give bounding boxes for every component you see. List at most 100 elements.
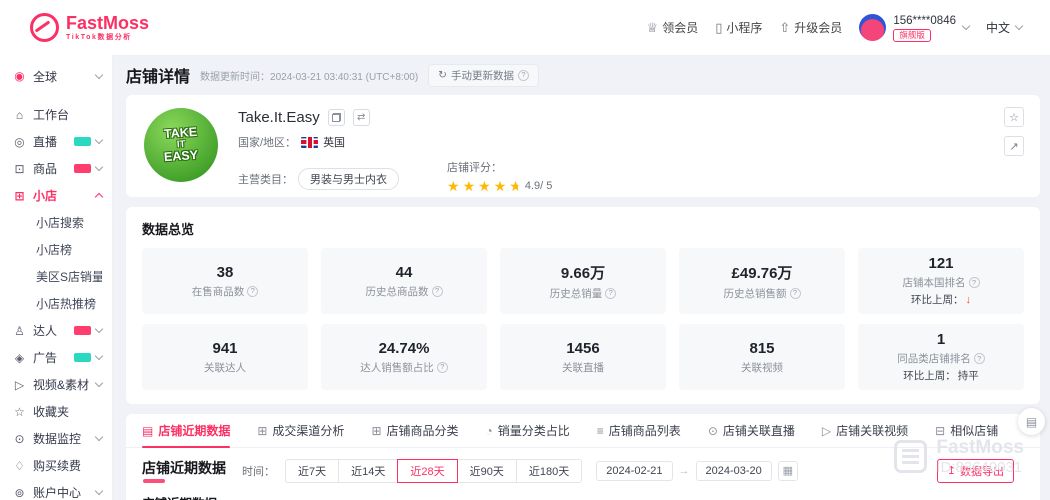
tab-related-videos[interactable]: ▷店铺关联视频	[822, 414, 908, 447]
help-icon[interactable]: ?	[974, 353, 985, 364]
metric-label: 历史总销量	[550, 286, 603, 301]
tab-similar-shops[interactable]: ⊟相似店铺	[935, 414, 998, 447]
tab-product-list[interactable]: ≡店铺商品列表	[597, 414, 681, 447]
start-date-input[interactable]: 2024-02-21	[596, 461, 672, 481]
range-14d[interactable]: 近14天	[338, 459, 398, 483]
sidebar-item-workbench[interactable]: ⌂ 工作台	[0, 101, 112, 128]
mini-program-link[interactable]: ▯ 小程序	[715, 19, 762, 36]
category-pill[interactable]: 男装与男士内衣	[298, 168, 399, 190]
sidebar-item-product[interactable]: ⊡ 商品	[0, 155, 112, 182]
grid-icon: ⊞	[371, 424, 381, 438]
metric-value: 24.74%	[379, 340, 430, 357]
manual-update-label: 手动更新数据	[451, 68, 514, 83]
metric-value: £49.76万	[732, 262, 793, 283]
uk-flag-icon	[301, 137, 318, 148]
sidebar-item-renew[interactable]: ♢ 购买续费	[0, 452, 112, 479]
compare-button[interactable]: ⇄	[353, 109, 370, 126]
help-icon[interactable]: ?	[969, 277, 980, 288]
tab-related-lives[interactable]: ⊙店铺关联直播	[708, 414, 795, 447]
end-date-input[interactable]: 2024-03-20	[696, 461, 772, 481]
sidebar-item-video-material[interactable]: ▷ 视频&素材	[0, 371, 112, 398]
account-menu[interactable]: 156****0846 旗舰版	[859, 14, 969, 42]
grid-icon: ⊞	[257, 424, 267, 438]
tab-product-category[interactable]: ⊞ 店铺商品分类	[371, 414, 458, 447]
user-phone: 156****0846	[893, 14, 956, 28]
new-badge	[74, 326, 91, 335]
sidebar-item-ads[interactable]: ◈ 广告	[0, 344, 112, 371]
tab-sales-category-share[interactable]: ◔销量分类占比	[486, 414, 570, 447]
globe-icon: ◉	[12, 69, 27, 83]
floating-doc-button[interactable]: ▤	[1018, 408, 1045, 435]
metric-label: 同品类店铺排名	[897, 351, 971, 366]
region-selector[interactable]: ◉ 全球	[0, 61, 112, 91]
upgrade-vip-link[interactable]: ⇧ 升级会员	[779, 19, 842, 36]
external-link-button[interactable]: ↗	[1004, 136, 1024, 156]
region-label: 全球	[33, 68, 96, 85]
sidebar-item-shop-hot-rank[interactable]: 小店热推榜	[0, 290, 112, 317]
sidebar-item-shop-search[interactable]: 小店搜索	[0, 209, 112, 236]
sidebar-item-data-monitor[interactable]: ⊙ 数据监控	[0, 425, 112, 452]
metric-label: 关联视频	[741, 360, 783, 375]
calendar-icon: ▦	[783, 464, 793, 477]
metric-label: 在售商品数	[192, 284, 245, 299]
sidebar-item-label: 视频&素材	[33, 376, 96, 393]
sidebar-item-label: 小店热推榜	[36, 295, 102, 312]
chevron-down-icon	[95, 487, 103, 495]
metric-value: 9.66万	[561, 262, 605, 283]
sidebar-item-creator[interactable]: ♙ 达人	[0, 317, 112, 344]
help-icon[interactable]: ?	[432, 286, 443, 297]
sidebar-item-label: 达人	[33, 322, 74, 339]
detail-tabs-card: ▤店铺近期数据 ⊞成交渠道分析 ⊞店铺商品分类 ◔销量分类占比 ≡店铺商品列表 …	[126, 414, 1040, 500]
category-label: 主营类目：	[238, 171, 293, 187]
favorite-button[interactable]: ☆	[1004, 107, 1024, 127]
top-header: FastMoss TikTok数据分析 ♕ 领会员 ▯ 小程序 ⇧ 升级会员 1…	[0, 0, 1050, 55]
tab-label: 相似店铺	[950, 422, 998, 439]
tab-label: 店铺商品分类	[387, 422, 459, 439]
range-28d[interactable]: 近28天	[397, 459, 457, 483]
metric-label: 关联直播	[562, 360, 604, 375]
range-90d[interactable]: 近90天	[457, 459, 517, 483]
sidebar-item-account-center[interactable]: ⊚ 账户中心	[0, 479, 112, 500]
language-selector[interactable]: 中文	[986, 19, 1022, 36]
brand-logo[interactable]: FastMoss TikTok数据分析	[30, 13, 149, 42]
tab-recent-data[interactable]: ▤店铺近期数据	[142, 414, 230, 447]
calendar-button[interactable]: ▦	[778, 461, 798, 481]
help-icon[interactable]: ?	[605, 288, 616, 299]
sidebar-item-favorites[interactable]: ☆ 收藏夹	[0, 398, 112, 425]
rating-stars: ★ ★ ★ ★ ★★ 4.9/ 5	[447, 179, 552, 193]
country-value: 英国	[323, 134, 345, 150]
sidebar-item-label: 美区S店销量榜	[36, 268, 102, 285]
range-7d[interactable]: 近7天	[285, 459, 339, 483]
tab-label: 店铺商品列表	[609, 422, 681, 439]
live-icon: ⊙	[708, 424, 718, 438]
ads-icon: ◈	[12, 351, 27, 365]
new-badge	[74, 353, 91, 362]
sidebar-item-shop-rank[interactable]: 小店榜	[0, 236, 112, 263]
help-icon[interactable]: ?	[247, 286, 258, 297]
sidebar-item-label: 小店	[33, 187, 96, 204]
sidebar-item-label: 数据监控	[33, 430, 96, 447]
sidebar-item-live[interactable]: ◎ 直播	[0, 128, 112, 155]
tab-label: 销量分类占比	[498, 422, 570, 439]
metric-box: 121 店铺本国排名? 环比上周：↓	[858, 248, 1024, 314]
manual-update-button[interactable]: ↻ 手动更新数据 ?	[428, 64, 539, 87]
help-icon[interactable]: ?	[518, 70, 529, 81]
sidebar-item-label: 直播	[33, 133, 74, 150]
tab-channel-analysis[interactable]: ⊞成交渠道分析	[257, 414, 344, 447]
sidebar-item-us-shop-sales-rank[interactable]: 美区S店销量榜	[0, 263, 112, 290]
metric-box: 38 在售商品数?	[142, 248, 308, 314]
metric-value: 941	[212, 340, 237, 357]
copy-button[interactable]	[328, 109, 345, 126]
account-icon: ⊚	[12, 486, 27, 500]
metric-value: 44	[396, 264, 413, 281]
chevron-down-icon	[95, 325, 103, 333]
data-export-button[interactable]: ↥ 数据导出	[937, 459, 1014, 483]
get-vip-link[interactable]: ♕ 领会员	[647, 19, 699, 36]
help-icon[interactable]: ?	[437, 362, 448, 373]
range-180d[interactable]: 近180天	[516, 459, 582, 483]
date-range-picker[interactable]: 2024-02-21 → 2024-03-20 ▦	[596, 461, 798, 481]
star-icon: ☆	[12, 405, 27, 419]
help-icon[interactable]: ?	[790, 288, 801, 299]
export-icon: ↥	[947, 464, 956, 477]
sidebar-item-shop[interactable]: ⊞ 小店	[0, 182, 112, 209]
